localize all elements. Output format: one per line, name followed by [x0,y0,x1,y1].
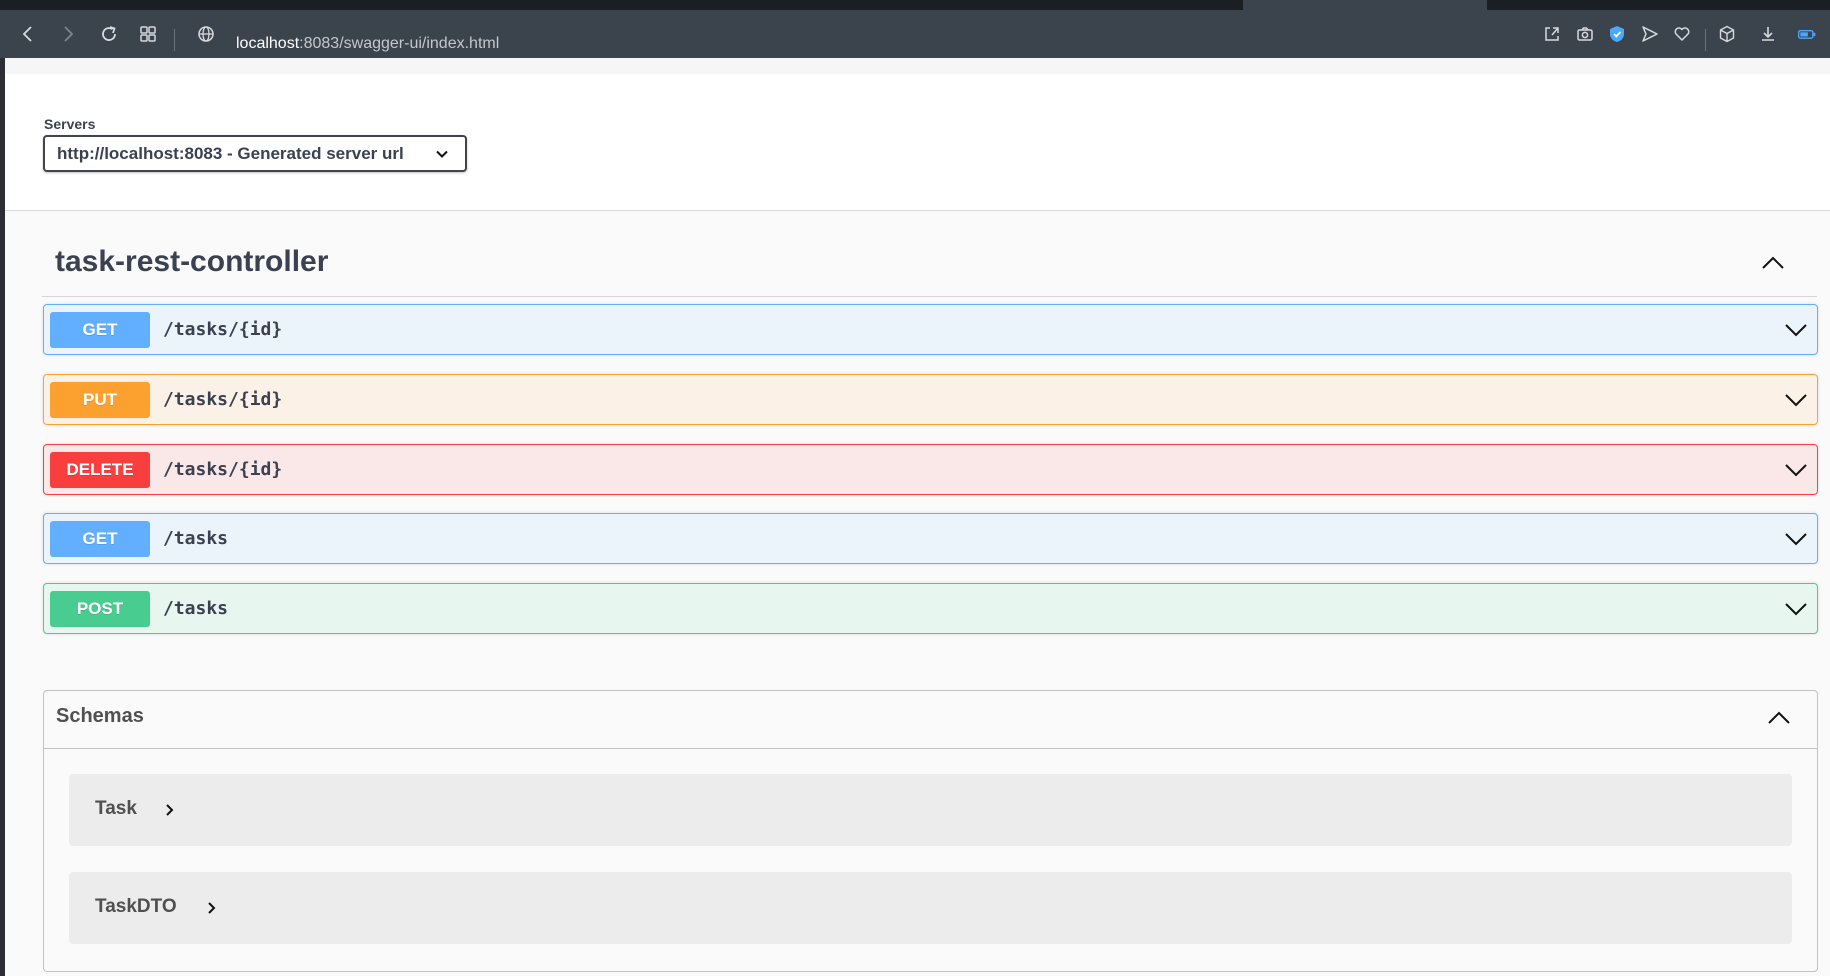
servers-selected-value: http://localhost:8083 - Generated server… [57,143,404,163]
model-task[interactable]: Task [69,774,1792,846]
battery-icon[interactable] [1793,20,1821,48]
url-path: :8083/swagger-ui/index.html [299,35,500,52]
method-badge: GET [50,311,150,348]
chevron-down-icon[interactable] [1783,317,1809,343]
back-icon[interactable] [14,20,42,48]
chevron-down-icon[interactable] [1783,526,1809,552]
shield-icon[interactable] [1603,20,1631,48]
operation-put-task-by-id[interactable]: PUT /tasks/{id} [43,374,1818,425]
box-icon[interactable] [1713,20,1741,48]
chevron-down-icon[interactable] [1783,387,1809,413]
operation-path: /tasks [163,598,229,619]
share-icon[interactable] [1538,20,1566,48]
send-icon[interactable] [1636,20,1664,48]
chevron-down-icon[interactable] [1783,596,1809,622]
chevron-right-icon [161,801,179,819]
tab-strip [0,0,1830,10]
operation-get-tasks[interactable]: GET /tasks [43,513,1818,564]
schemas-header[interactable]: Schemas [44,691,1817,749]
model-taskdto[interactable]: TaskDTO [69,872,1792,944]
heart-icon[interactable] [1668,20,1696,48]
tag-title[interactable]: task-rest-controller [55,245,328,279]
operation-get-task-by-id[interactable]: GET /tasks/{id} [43,304,1818,355]
model-name: TaskDTO [95,896,177,917]
model-name: Task [95,798,137,819]
operation-path: /tasks/{id} [163,389,283,410]
chevron-up-icon [1768,711,1790,724]
schemas-title: Schemas [56,705,144,727]
reload-icon[interactable] [95,20,123,48]
address-bar[interactable]: localhost:8083/swagger-ui/index.html [236,33,499,55]
tag-divider [42,296,1817,297]
browser-toolbar: localhost:8083/swagger-ui/index.html [0,10,1830,58]
chevron-right-icon [203,899,221,917]
operation-path: /tasks [163,528,229,549]
method-badge: GET [50,520,150,557]
chevron-down-icon[interactable] [1783,457,1809,483]
header-band [5,58,1830,74]
servers-section: Servers http://localhost:8083 - Generate… [5,58,1830,211]
operation-path: /tasks/{id} [163,459,283,480]
url-host: localhost [236,35,300,52]
globe-icon[interactable] [192,20,220,48]
method-badge: DELETE [50,451,150,488]
forward-icon[interactable] [54,20,82,48]
active-tab[interactable] [1243,0,1487,10]
schemas-collapse-button[interactable] [1764,705,1794,731]
toolbar-divider [1705,29,1706,51]
chevron-down-icon [436,150,448,158]
operation-delete-task-by-id[interactable]: DELETE /tasks/{id} [43,444,1818,495]
servers-select[interactable]: http://localhost:8083 - Generated server… [43,135,467,172]
operation-post-tasks[interactable]: POST /tasks [43,583,1818,634]
chevron-up-icon [1762,256,1784,269]
tag-collapse-button[interactable] [1758,250,1788,276]
toolbar-divider [174,29,175,51]
camera-icon[interactable] [1571,20,1599,48]
servers-label: Servers [44,116,96,132]
method-badge: POST [50,590,150,627]
operation-path: /tasks/{id} [163,319,283,340]
download-icon[interactable] [1754,20,1782,48]
tabs-grid-icon[interactable] [134,20,162,48]
method-badge: PUT [50,381,150,418]
schemas-section: Schemas Task TaskDTO [43,690,1818,972]
